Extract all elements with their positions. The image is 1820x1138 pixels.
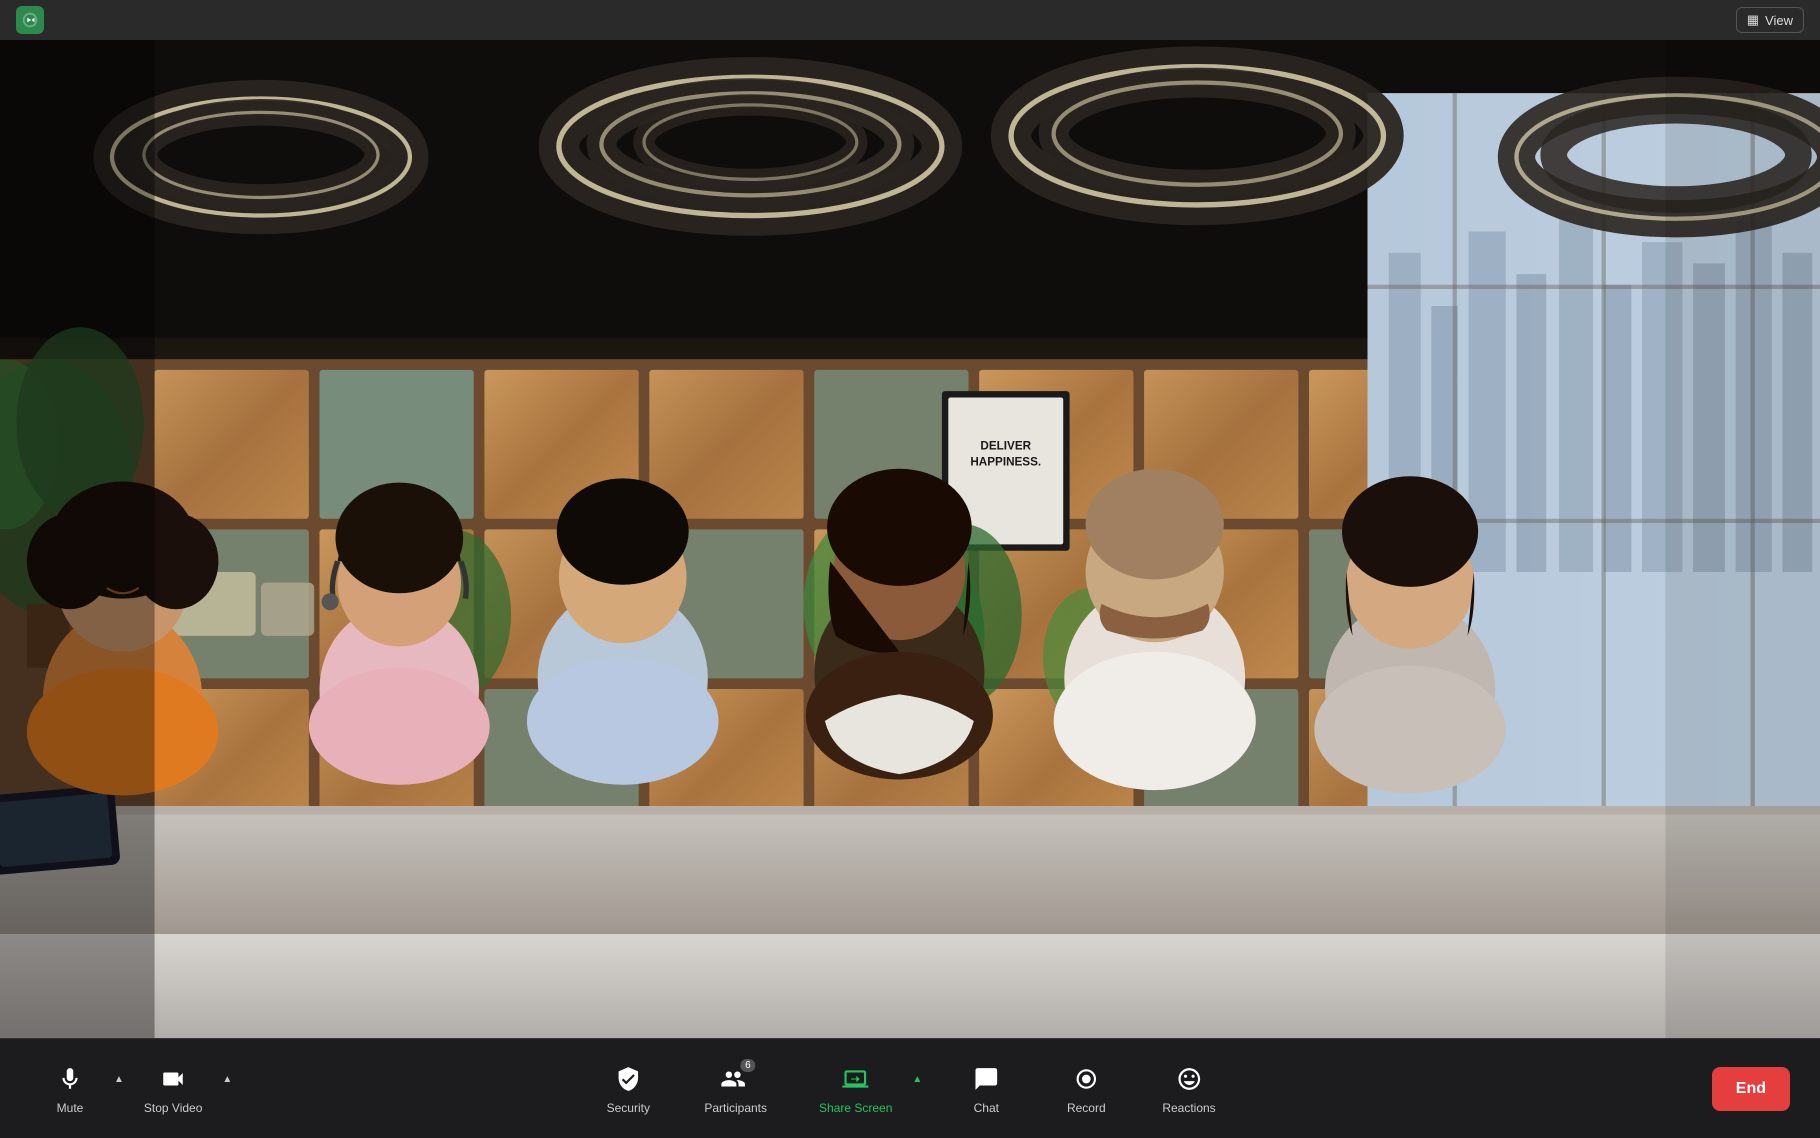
svg-text:DELIVER: DELIVER <box>980 440 1031 453</box>
record-button[interactable]: Record <box>1046 1055 1126 1123</box>
mute-label: Mute <box>57 1101 84 1115</box>
share-screen-label: Share Screen <box>819 1101 892 1115</box>
reactions-icon <box>1173 1063 1205 1095</box>
view-button[interactable]: ▦ View <box>1736 7 1804 33</box>
mute-icon <box>54 1063 86 1095</box>
stop-video-group: Stop Video ▲ <box>128 1055 236 1123</box>
participants-label: Participants <box>704 1101 767 1115</box>
stop-video-button[interactable]: Stop Video <box>128 1055 219 1123</box>
chat-icon <box>970 1063 1002 1095</box>
record-label: Record <box>1067 1101 1106 1115</box>
stop-video-arrow[interactable]: ▲ <box>218 1074 236 1085</box>
video-area: DELIVER HAPPINESS. <box>0 40 1820 1038</box>
video-background: DELIVER HAPPINESS. <box>0 40 1820 1038</box>
participants-badge: 6 <box>740 1059 756 1072</box>
room-scene: DELIVER HAPPINESS. <box>0 40 1820 1038</box>
share-screen-icon <box>840 1063 872 1095</box>
view-icon: ▦ <box>1747 12 1759 28</box>
end-button[interactable]: End <box>1712 1067 1790 1111</box>
reactions-label: Reactions <box>1162 1101 1215 1115</box>
reactions-button[interactable]: Reactions <box>1146 1055 1231 1123</box>
zoom-logo <box>16 6 44 34</box>
participants-icon: 6 <box>720 1063 752 1095</box>
control-bar: Mute ▲ Stop Video ▲ <box>0 1038 1820 1138</box>
security-button[interactable]: Security <box>588 1055 668 1123</box>
security-label: Security <box>607 1101 650 1115</box>
view-label: View <box>1765 13 1793 28</box>
mute-group: Mute ▲ <box>30 1055 128 1123</box>
mute-button[interactable]: Mute <box>30 1055 110 1123</box>
top-bar-left <box>16 6 44 34</box>
svg-text:HAPPINESS.: HAPPINESS. <box>970 456 1041 469</box>
stop-video-icon <box>157 1063 189 1095</box>
share-screen-arrow[interactable]: ▲ <box>908 1074 926 1085</box>
top-bar: ▦ View <box>0 0 1820 40</box>
participants-button[interactable]: 6 Participants <box>688 1055 783 1123</box>
share-screen-button[interactable]: Share Screen <box>803 1055 908 1123</box>
chat-button[interactable]: Chat <box>946 1055 1026 1123</box>
top-bar-right[interactable]: ▦ View <box>1736 7 1804 33</box>
control-right: End <box>1712 1067 1790 1111</box>
security-icon <box>612 1063 644 1095</box>
control-left: Mute ▲ Stop Video ▲ <box>30 1055 236 1123</box>
control-center: Security 6 Participants <box>588 1055 1231 1123</box>
share-screen-group: Share Screen ▲ <box>803 1055 926 1123</box>
mute-arrow[interactable]: ▲ <box>110 1074 128 1085</box>
record-icon <box>1070 1063 1102 1095</box>
chat-label: Chat <box>974 1101 999 1115</box>
stop-video-label: Stop Video <box>144 1101 203 1115</box>
